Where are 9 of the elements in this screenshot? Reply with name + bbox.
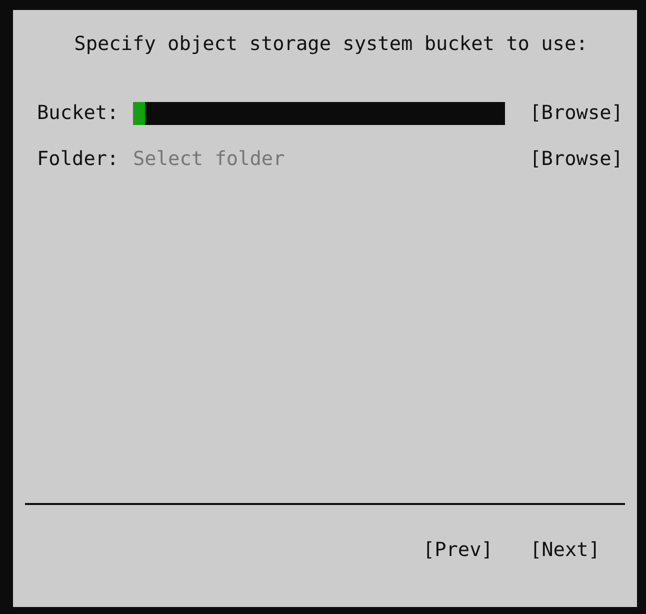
field-label: Folder: (37, 147, 120, 171)
browse-button[interactable]: [Browse] (530, 101, 623, 125)
dialog-title: Specify object storage system bucket to use: (73, 32, 589, 56)
field-label: Bucket: (37, 101, 120, 125)
browse-button[interactable]: [Browse] (530, 147, 623, 171)
next-button[interactable]: [Next] (530, 538, 600, 562)
prev-button[interactable]: [Prev] (422, 538, 493, 562)
text-cursor (133, 102, 145, 124)
text-field[interactable] (133, 102, 505, 124)
